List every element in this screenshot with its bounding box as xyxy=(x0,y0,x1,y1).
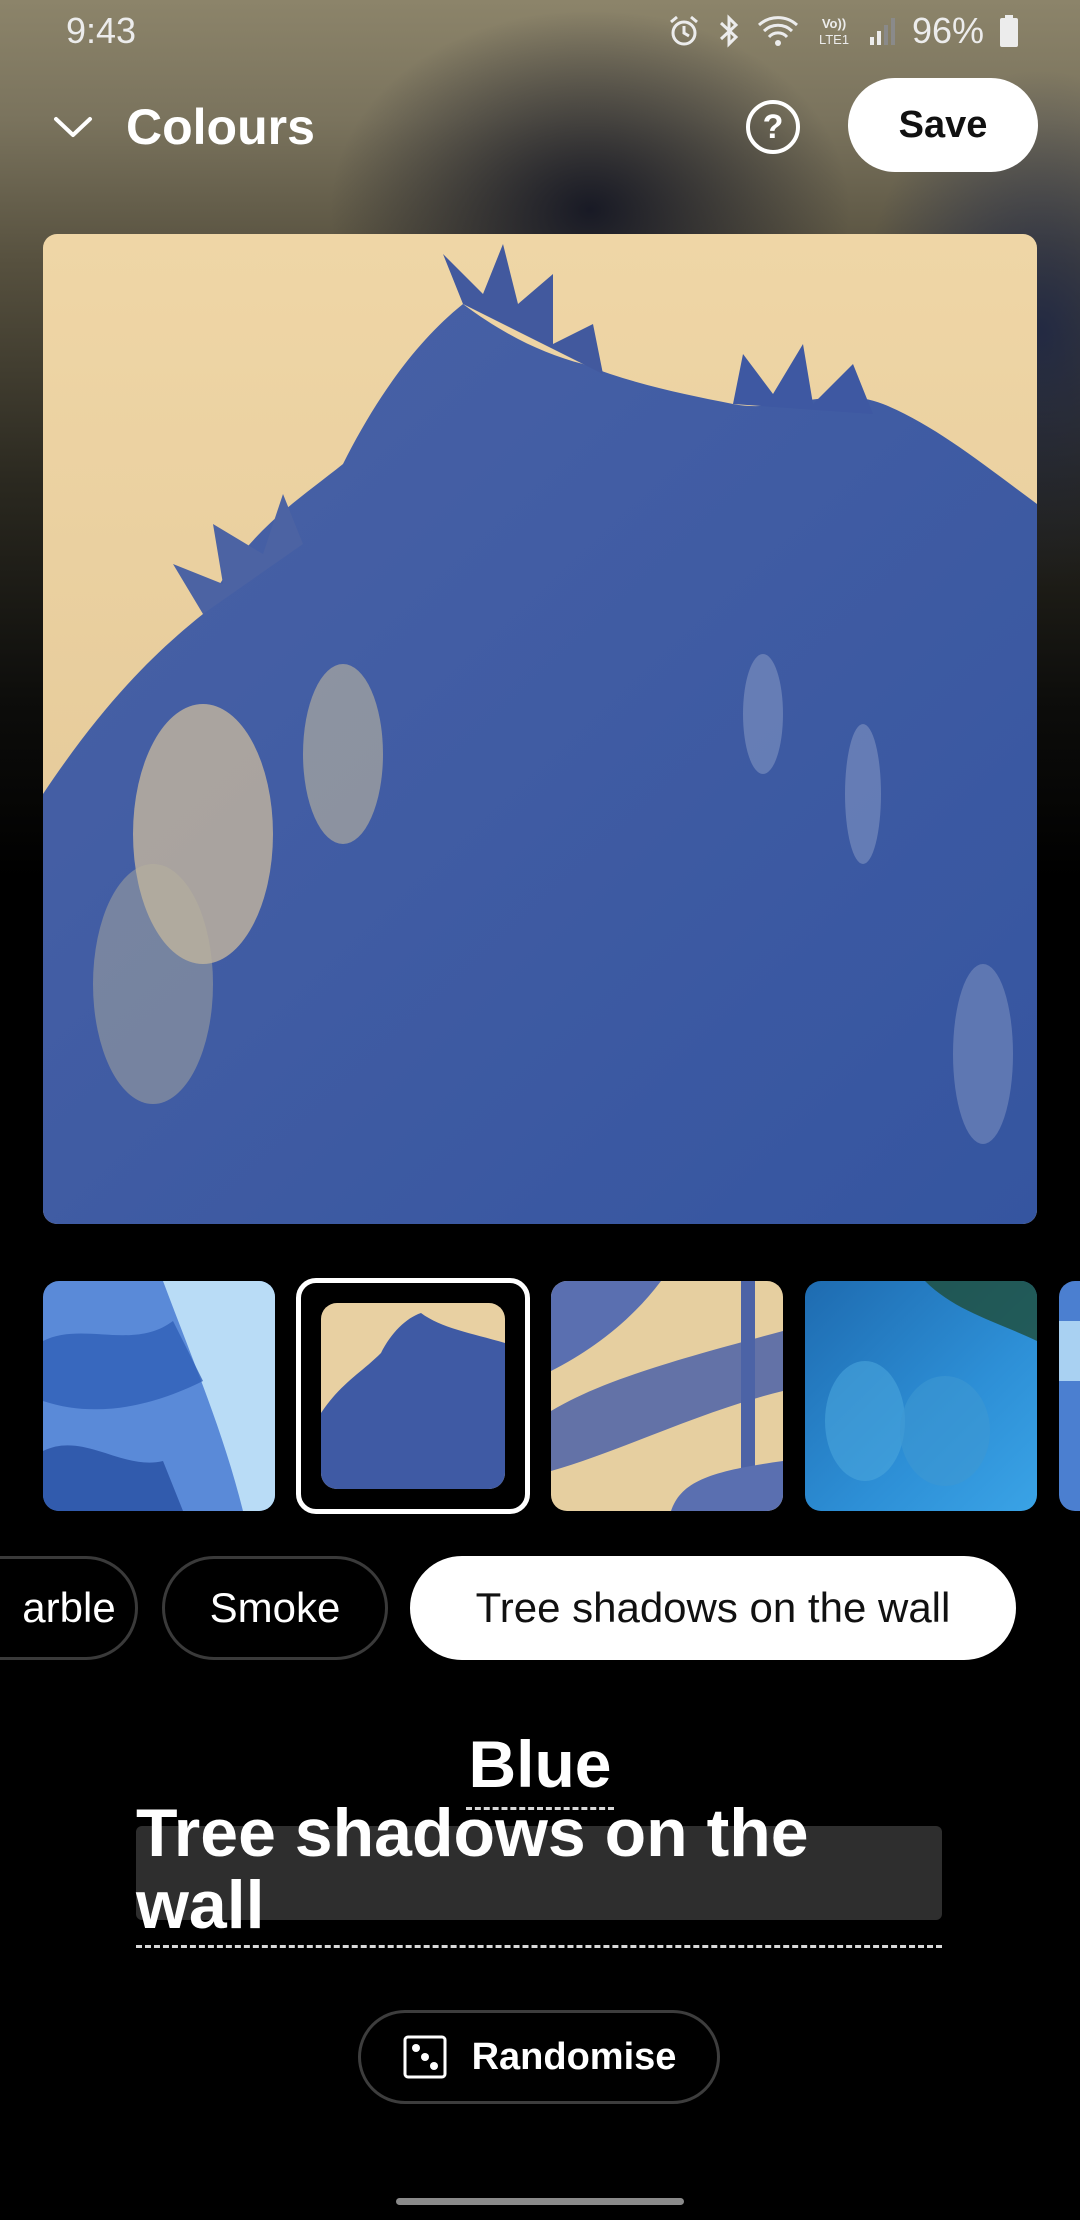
chip-label: arble xyxy=(22,1584,116,1631)
chip-label: Smoke xyxy=(209,1584,341,1631)
wallpaper-title-text: Tree shadows on the wall xyxy=(136,1797,942,1948)
thumbnail-image xyxy=(43,1281,275,1511)
chip-marble-clip: arble xyxy=(0,1556,140,1660)
thumbnail-blue-smoke-trees[interactable] xyxy=(805,1281,1037,1511)
chip-smoke[interactable]: Smoke xyxy=(162,1556,388,1660)
chip-tree-shadows[interactable]: Tree shadows on the wall xyxy=(410,1556,1016,1660)
help-button[interactable]: ? xyxy=(746,100,800,154)
thumbnail-image xyxy=(551,1281,783,1511)
dice-icon xyxy=(403,2035,447,2079)
signal-icon xyxy=(869,18,895,45)
category-chips[interactable]: arble Smoke Tree shadows on the wall xyxy=(0,1556,1080,1660)
thumbnail-branch-shadows[interactable] xyxy=(551,1281,783,1511)
thumbnail-image xyxy=(1059,1281,1080,1511)
save-button[interactable]: Save xyxy=(848,78,1038,172)
battery-percent: 96% xyxy=(911,10,984,51)
wallpaper-title[interactable]: Tree shadows on the wall xyxy=(136,1797,942,1948)
thumbnail-tree-shadows-selected[interactable] xyxy=(296,1278,530,1514)
help-icon: ? xyxy=(762,107,784,146)
status-bar: 9:43 Vo)) LTE1 96% xyxy=(0,0,1080,66)
thumbnail-partial[interactable] xyxy=(1059,1281,1080,1511)
svg-text:LTE1: LTE1 xyxy=(819,32,849,47)
wallpaper-preview xyxy=(43,234,1037,1224)
status-icons: Vo)) LTE1 96% xyxy=(666,10,1020,52)
thumbnail-image xyxy=(321,1303,505,1489)
wallpaper-thumbnail-strip[interactable] xyxy=(0,1278,1080,1514)
randomise-label: Randomise xyxy=(471,2035,677,2078)
home-indicator[interactable] xyxy=(396,2198,684,2205)
bluetooth-icon xyxy=(719,14,739,48)
tree-shadows-image xyxy=(43,234,1037,1224)
chevron-down-icon[interactable] xyxy=(50,104,96,150)
wifi-icon xyxy=(757,16,798,46)
chip-marble[interactable]: arble xyxy=(0,1556,138,1660)
thumbnail-image xyxy=(805,1281,1037,1511)
svg-text:Vo)): Vo)) xyxy=(822,16,846,31)
page-title: Colours xyxy=(126,99,315,155)
color-name[interactable]: Blue xyxy=(0,1726,1080,1810)
chip-label: Tree shadows on the wall xyxy=(475,1584,951,1631)
alarm-icon xyxy=(669,15,698,46)
thumbnail-blue-sky-tree[interactable] xyxy=(43,1281,275,1511)
randomise-button[interactable]: Randomise xyxy=(358,2010,720,2104)
volte-icon: Vo)) LTE1 xyxy=(819,16,849,47)
status-time: 9:43 xyxy=(66,10,137,51)
battery-icon xyxy=(1000,15,1018,47)
